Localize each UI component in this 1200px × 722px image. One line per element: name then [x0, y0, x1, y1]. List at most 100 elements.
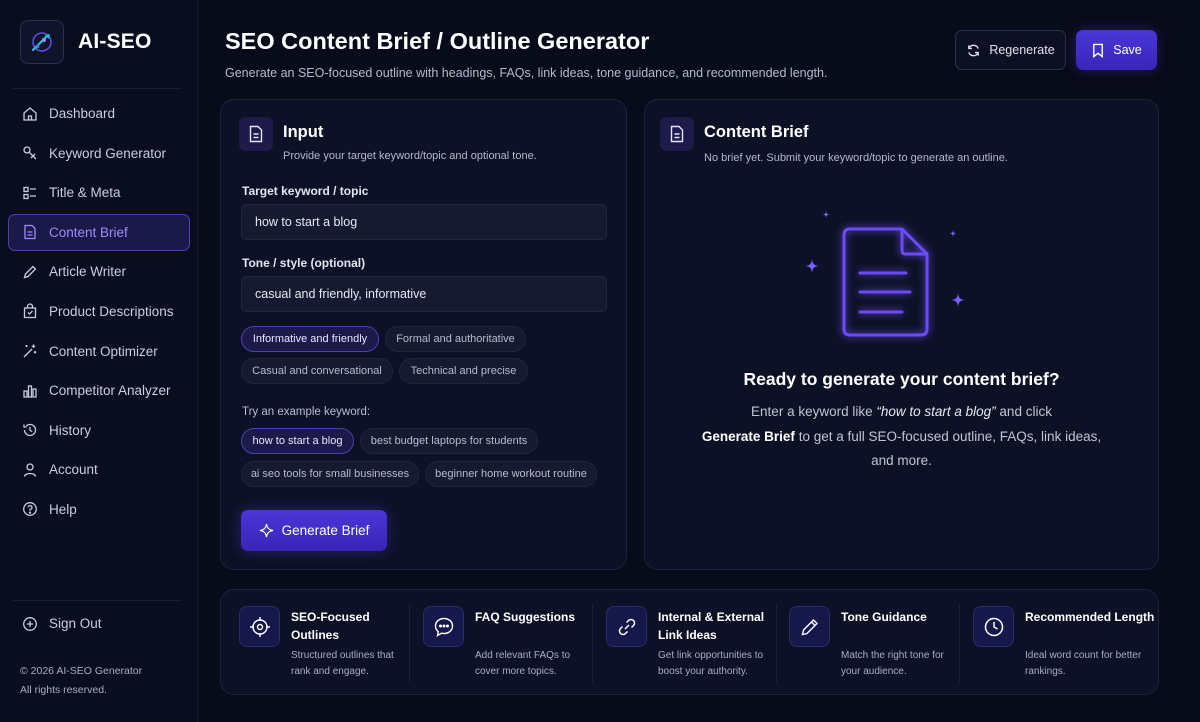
sidebar-item-dashboard[interactable]: Dashboard — [8, 95, 190, 132]
keyword-label: Target keyword / topic — [242, 184, 369, 198]
regenerate-button[interactable]: Regenerate — [955, 30, 1066, 70]
input-card-subtitle: Provide your target keyword/topic and op… — [283, 150, 537, 162]
sidebar-item-article-writer[interactable]: Article Writer — [8, 253, 190, 290]
optimizer-icon — [21, 342, 39, 360]
content-brief-title: Content Brief — [704, 123, 809, 141]
sidebar-item-help[interactable]: Help — [8, 491, 190, 528]
sidebar-item-label: History — [49, 422, 92, 438]
feature-divider — [776, 604, 777, 682]
sidebar: AI-SEO Dashboard Keyword Generator Title… — [0, 0, 198, 722]
content-brief-subtitle: No brief yet. Submit your keyword/topic … — [704, 152, 1008, 164]
sidebar-item-content-optimizer[interactable]: Content Optimizer — [8, 333, 190, 370]
feature-desc: Get link opportunities to boost your aut… — [658, 650, 764, 677]
sidebar-nav: Dashboard Keyword Generator Title & Meta… — [8, 95, 190, 531]
regenerate-label: Regenerate — [989, 43, 1055, 57]
bar-chart-icon — [21, 382, 39, 400]
sidebar-item-product-descriptions[interactable]: Product Descriptions — [8, 293, 190, 330]
app-name: AI-SEO — [78, 30, 152, 53]
feature-title: Tone Guidance — [841, 610, 927, 624]
tone-label: Tone / style (optional) — [242, 256, 366, 270]
generate-brief-button[interactable]: Generate Brief — [241, 510, 387, 551]
sign-out-label: Sign Out — [49, 616, 102, 631]
save-button[interactable]: Save — [1076, 30, 1157, 70]
empty-text-example: “how to start a blog” — [876, 404, 996, 419]
sidebar-item-title-meta[interactable]: Title & Meta — [8, 174, 190, 211]
sidebar-item-label: Content Brief — [49, 224, 128, 240]
history-icon — [21, 421, 39, 439]
tone-chip-casual-conversational[interactable]: Casual and conversational — [241, 358, 393, 384]
sidebar-item-account[interactable]: Account — [8, 451, 190, 488]
page-title: SEO Content Brief / Outline Generator — [225, 28, 650, 54]
sparkle-icon — [259, 523, 274, 538]
copyright-line: All rights reserved. — [20, 684, 107, 696]
tone-chip-formal-authoritative[interactable]: Formal and authoritative — [385, 326, 526, 352]
empty-text-part: Enter a keyword like — [751, 404, 877, 419]
shopping-bag-icon — [21, 302, 39, 320]
sidebar-item-label: Title & Meta — [49, 185, 121, 201]
title-meta-icon — [21, 184, 39, 202]
document-icon — [21, 223, 39, 241]
user-icon — [21, 461, 39, 479]
example-chip-ai-seo-tools[interactable]: ai seo tools for small businesses — [241, 461, 419, 487]
sign-out-button[interactable]: Sign Out — [8, 605, 190, 642]
feature-divider — [959, 604, 960, 682]
generate-brief-label: Generate Brief — [281, 523, 370, 538]
keyword-input[interactable]: how to start a blog — [241, 204, 607, 240]
feature-desc: Match the right tone for your audience. — [841, 650, 944, 677]
example-chip-home-workout[interactable]: beginner home workout routine — [425, 461, 597, 487]
empty-state-title: Ready to generate your content brief? — [743, 369, 1060, 389]
brand[interactable]: AI-SEO — [20, 20, 152, 64]
sidebar-item-label: Content Optimizer — [49, 343, 158, 359]
help-icon — [21, 500, 39, 518]
target-icon — [239, 606, 280, 647]
feature-desc: Ideal word count for better rankings. — [1025, 650, 1142, 677]
sidebar-item-label: Keyword Generator — [49, 145, 167, 161]
feature-title: Recommended Length — [1025, 610, 1155, 624]
empty-text-part: and click — [995, 404, 1052, 419]
sidebar-item-label: Competitor Analyzer — [49, 383, 171, 399]
example-chip-budget-laptops[interactable]: best budget laptops for students — [360, 428, 538, 454]
feature-desc: Add relevant FAQs to cover more topics. — [475, 650, 571, 677]
sidebar-item-keyword-generator[interactable]: Keyword Generator — [8, 135, 190, 172]
sidebar-item-label: Article Writer — [49, 264, 127, 280]
pencil-icon — [21, 263, 39, 281]
chat-bubble-icon — [423, 606, 464, 647]
sidebar-item-label: Account — [49, 462, 98, 478]
tone-chip-technical-precise[interactable]: Technical and precise — [399, 358, 528, 384]
tone-input[interactable]: casual and friendly, informative — [241, 276, 607, 312]
example-chip-start-blog[interactable]: how to start a blog — [241, 428, 354, 454]
sidebar-item-history[interactable]: History — [8, 412, 190, 449]
link-icon — [606, 606, 647, 647]
feature-title: SEO-Focused Outlines — [291, 610, 370, 642]
features-strip: SEO-Focused Outlines Structured outlines… — [220, 589, 1159, 695]
refresh-icon — [966, 43, 981, 58]
feature-title: FAQ Suggestions — [475, 610, 576, 624]
clock-icon — [973, 606, 1014, 647]
sidebar-divider — [12, 88, 181, 89]
feature-title: Internal & External Link Ideas — [658, 610, 765, 642]
examples-label: Try an example keyword: — [242, 406, 371, 418]
sidebar-item-label: Help — [49, 501, 77, 517]
copyright-line: © 2026 AI-SEO Generator — [20, 665, 143, 677]
document-icon — [660, 117, 694, 151]
empty-state-text: Enter a keyword like “how to start a blo… — [700, 400, 1103, 474]
document-icon — [239, 117, 273, 151]
feature-desc: Structured outlines that rank and engage… — [291, 650, 394, 677]
home-icon — [21, 105, 39, 123]
bookmark-icon — [1091, 43, 1105, 58]
sidebar-item-content-brief[interactable]: Content Brief — [8, 213, 190, 251]
sidebar-item-label: Product Descriptions — [49, 303, 174, 319]
sidebar-item-competitor-analyzer[interactable]: Competitor Analyzer — [8, 372, 190, 409]
feature-divider — [409, 604, 410, 682]
sidebar-divider — [12, 600, 181, 601]
tone-chip-informative-friendly[interactable]: Informative and friendly — [241, 326, 379, 352]
sidebar-item-label: Dashboard — [49, 106, 116, 121]
logo-icon — [20, 20, 64, 64]
empty-text-part: to get a full SEO-focused outline, FAQs,… — [794, 428, 1102, 469]
save-label: Save — [1113, 43, 1142, 57]
input-card-title: Input — [283, 123, 324, 141]
pen-icon — [789, 606, 830, 647]
page-subtitle: Generate an SEO-focused outline with hea… — [225, 66, 828, 80]
empty-document-illustration — [805, 211, 965, 337]
copyright: © 2026 AI-SEO Generator All rights reser… — [20, 662, 142, 700]
